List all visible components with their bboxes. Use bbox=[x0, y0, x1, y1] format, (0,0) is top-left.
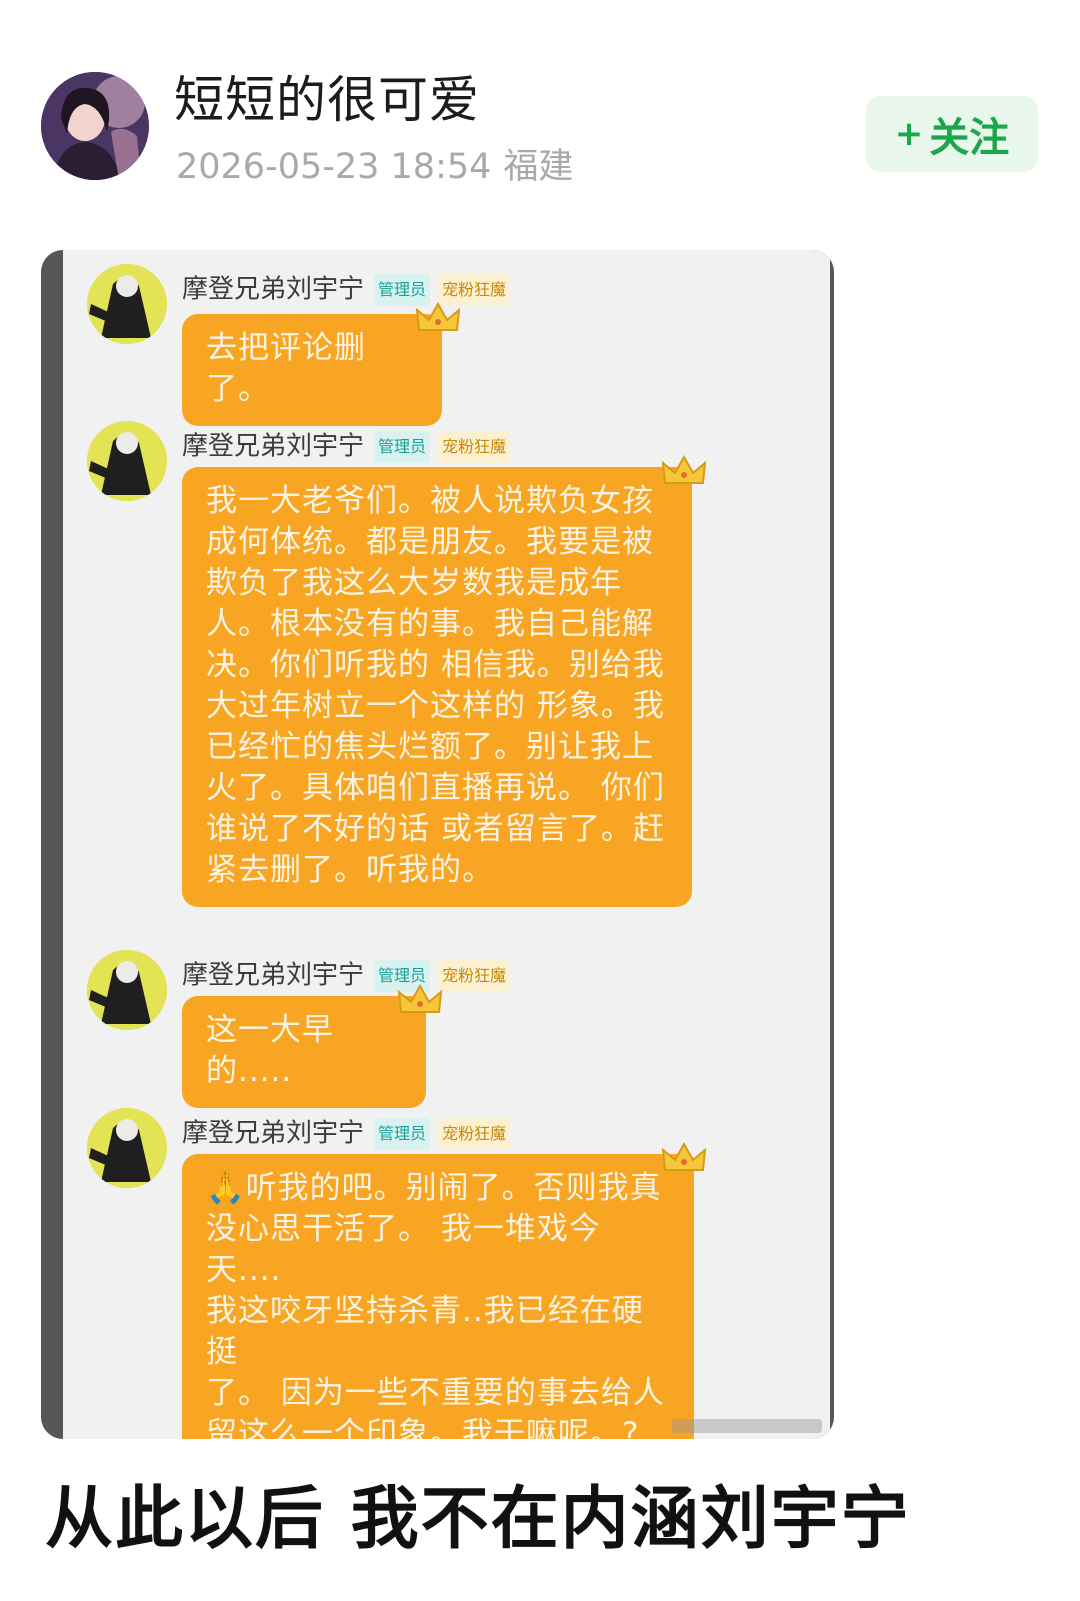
post-page: 短短的很可爱 2026-05-23 18:54 福建 + 关注 摩登兄弟刘宇宁 管理… bbox=[0, 0, 1080, 1601]
post-timestamp: 2026-05-23 18:54 bbox=[176, 147, 492, 187]
post-location: 福建 bbox=[503, 147, 574, 187]
fan-badge: 宠粉狂魔 bbox=[438, 431, 511, 463]
follow-label: 关注 bbox=[929, 115, 1010, 161]
post-username[interactable]: 短短的很可爱 bbox=[174, 70, 480, 130]
crown-icon bbox=[661, 455, 707, 484]
chat-sender-name: 摩登兄弟刘宇宁 bbox=[182, 431, 365, 462]
chat-avatar bbox=[87, 264, 167, 344]
chat-sender: 摩登兄弟刘宇宁 管理员 宠粉狂魔 bbox=[182, 1118, 511, 1150]
chat-bubble: 这一大早的..... bbox=[182, 996, 426, 1108]
chat-sender: 摩登兄弟刘宇宁 管理员 宠粉狂魔 bbox=[182, 960, 511, 992]
chat-sender: 摩登兄弟刘宇宁 管理员 宠粉狂魔 bbox=[182, 431, 511, 463]
chat-avatar bbox=[87, 950, 167, 1030]
chat-avatar bbox=[87, 421, 167, 501]
chat-sender-name: 摩登兄弟刘宇宁 bbox=[182, 960, 365, 991]
chat-bubble: 我一大老爷们。被人说欺负女孩 成何体统。都是朋友。我要是被 欺负了我这么大岁数我… bbox=[182, 467, 692, 907]
chat-screenshot: 摩登兄弟刘宇宁 管理员 宠粉狂魔 去把评论删了。 摩登兄弟刘宇宁 管理员 宠粉狂魔 我一… bbox=[63, 250, 830, 1439]
post-caption: 从此以后 我不在内涵刘宇宁 bbox=[45, 1480, 911, 1559]
chat-bubble: 去把评论删了。 bbox=[182, 314, 442, 426]
plus-icon: + bbox=[894, 114, 924, 154]
follow-button[interactable]: + 关注 bbox=[866, 96, 1038, 172]
crown-icon bbox=[415, 302, 461, 331]
admin-badge: 管理员 bbox=[374, 1118, 431, 1150]
crown-icon bbox=[661, 1142, 707, 1171]
admin-badge: 管理员 bbox=[374, 431, 431, 463]
chat-bubble: 🙏听我的吧。别闹了。否则我真 没心思干活了。 我一堆戏今天.... 我这咬牙坚持… bbox=[182, 1154, 694, 1439]
fan-badge: 宠粉狂魔 bbox=[438, 960, 511, 992]
chat-sender-name: 摩登兄弟刘宇宁 bbox=[182, 274, 365, 305]
chat-avatar bbox=[87, 1108, 167, 1188]
post-image[interactable]: 摩登兄弟刘宇宁 管理员 宠粉狂魔 去把评论删了。 摩登兄弟刘宇宁 管理员 宠粉狂魔 我一… bbox=[41, 250, 834, 1439]
watermark bbox=[672, 1419, 822, 1433]
fan-badge: 宠粉狂魔 bbox=[438, 1118, 511, 1150]
chat-sender-name: 摩登兄弟刘宇宁 bbox=[182, 1118, 365, 1149]
user-avatar[interactable] bbox=[41, 72, 149, 180]
post-meta: 2026-05-23 18:54 福建 bbox=[176, 145, 573, 189]
crown-icon bbox=[397, 984, 443, 1013]
